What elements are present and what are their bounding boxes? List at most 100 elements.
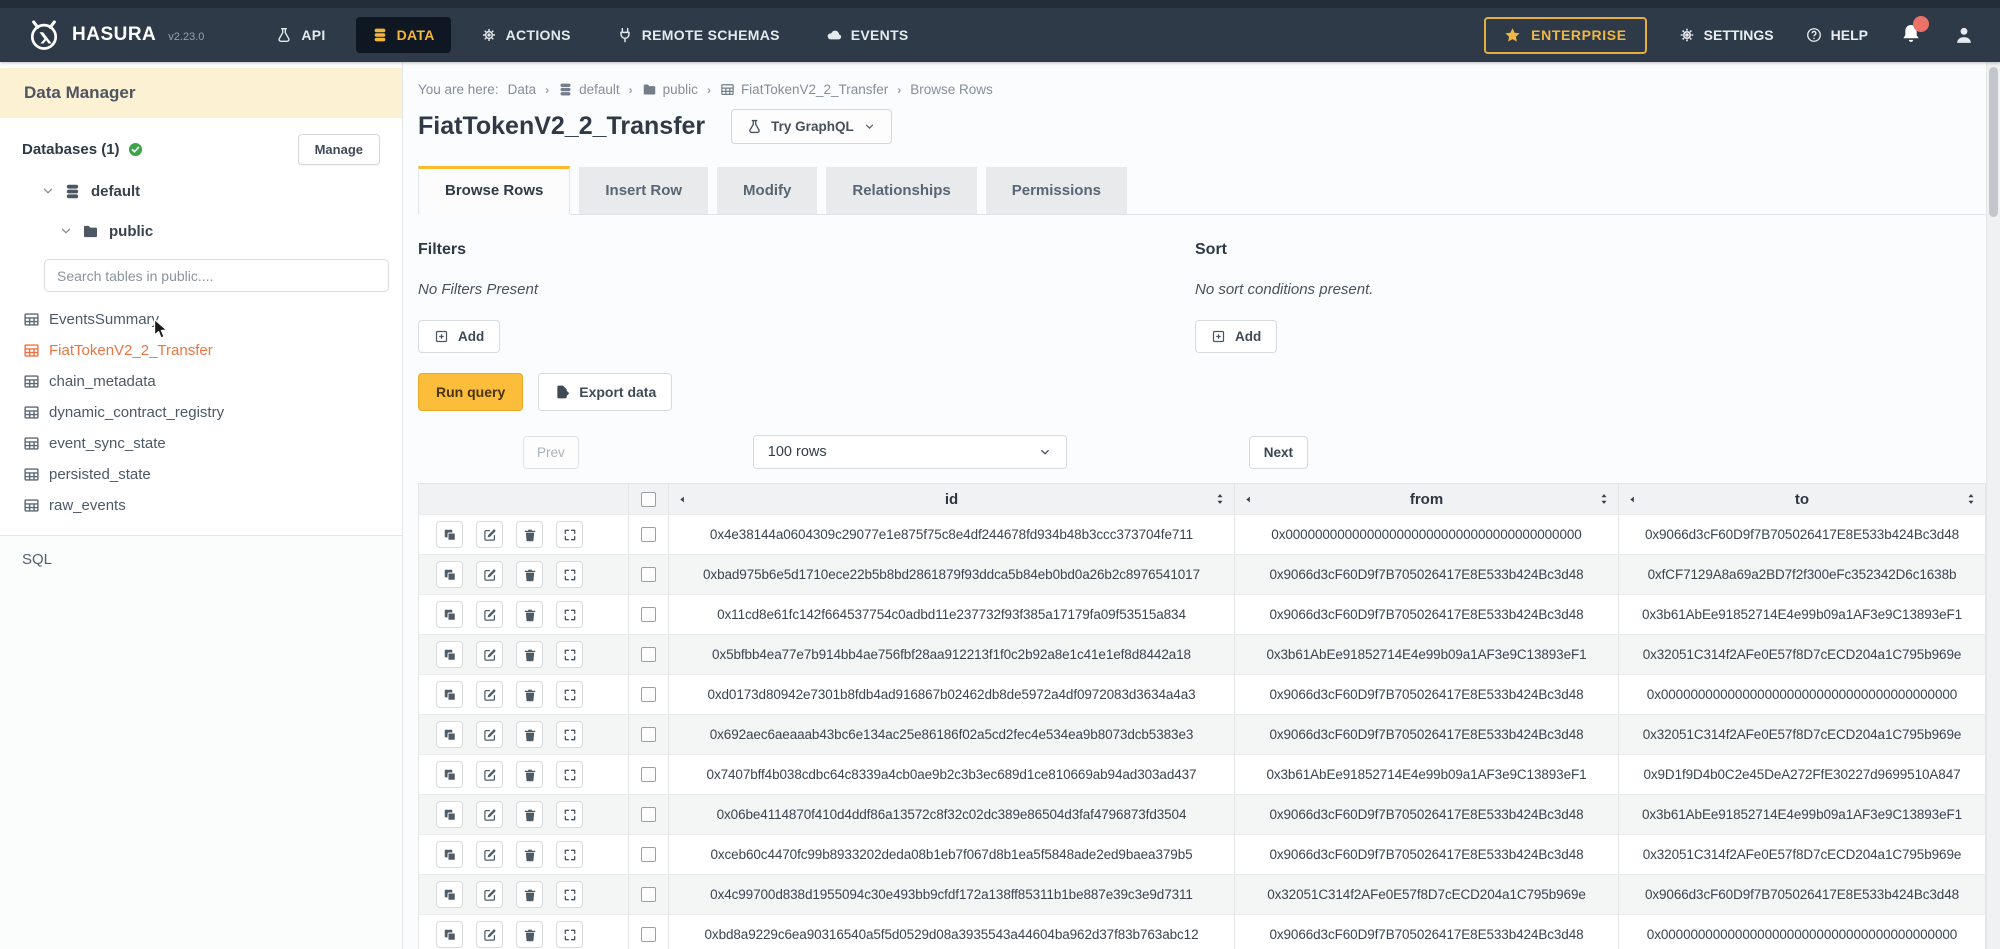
sort-column-icon[interactable] [1964, 492, 1978, 506]
search-tables-input[interactable] [44, 259, 389, 292]
next-page-button[interactable]: Next [1249, 436, 1308, 469]
delete-row-button[interactable] [516, 521, 543, 548]
delete-row-button[interactable] [516, 721, 543, 748]
tab-relationships[interactable]: Relationships [826, 167, 976, 214]
add-filter-button[interactable]: Add [418, 320, 500, 353]
row-checkbox[interactable] [641, 647, 656, 662]
expand-row-button[interactable] [556, 521, 583, 548]
row-checkbox[interactable] [641, 687, 656, 702]
sidebar-item-table-eventssummary[interactable]: EventsSummary [0, 304, 402, 335]
clone-row-button[interactable] [436, 881, 463, 908]
expand-row-button[interactable] [556, 561, 583, 588]
user-menu-button[interactable] [1954, 25, 1974, 45]
sort-column-icon[interactable] [1213, 492, 1227, 506]
run-query-button[interactable]: Run query [418, 373, 523, 411]
add-sort-button[interactable]: Add [1195, 320, 1277, 353]
sidebar-item-table-event-sync-state[interactable]: event_sync_state [0, 428, 402, 459]
prev-page-button[interactable]: Prev [523, 436, 579, 469]
sidebar-item-schema-public[interactable]: public [0, 211, 402, 251]
tab-browse-rows[interactable]: Browse Rows [418, 166, 570, 215]
tab-modify[interactable]: Modify [717, 167, 817, 214]
scrollbar-thumb[interactable] [1989, 67, 1998, 217]
nav-item-actions[interactable]: ACTIONS [465, 17, 587, 53]
clone-row-button[interactable] [436, 641, 463, 668]
expand-row-button[interactable] [556, 841, 583, 868]
breadcrumb-item-default[interactable]: default [558, 82, 620, 97]
expand-row-button[interactable] [556, 681, 583, 708]
rows-per-page-select[interactable]: 100 rows [753, 435, 1067, 469]
breadcrumb-item-browse-rows[interactable]: Browse Rows [910, 82, 993, 97]
sidebar-item-table-dynamic-contract-registry[interactable]: dynamic_contract_registry [0, 397, 402, 428]
delete-row-button[interactable] [516, 761, 543, 788]
edit-row-button[interactable] [476, 521, 503, 548]
delete-row-button[interactable] [516, 601, 543, 628]
expand-row-button[interactable] [556, 601, 583, 628]
edit-row-button[interactable] [476, 681, 503, 708]
clone-row-button[interactable] [436, 681, 463, 708]
manage-button[interactable]: Manage [298, 134, 380, 165]
sidebar-item-table-raw-events[interactable]: raw_events [0, 490, 402, 521]
collapse-column-icon[interactable] [677, 494, 688, 505]
row-checkbox[interactable] [641, 767, 656, 782]
edit-row-button[interactable] [476, 721, 503, 748]
clone-row-button[interactable] [436, 801, 463, 828]
nav-item-remote-schemas[interactable]: REMOTE SCHEMAS [601, 17, 796, 53]
clone-row-button[interactable] [436, 601, 463, 628]
row-checkbox[interactable] [641, 927, 656, 942]
nav-item-api[interactable]: API [260, 17, 341, 53]
row-checkbox[interactable] [641, 847, 656, 862]
collapse-column-icon[interactable] [1243, 494, 1254, 505]
delete-row-button[interactable] [516, 801, 543, 828]
clone-row-button[interactable] [436, 561, 463, 588]
clone-row-button[interactable] [436, 841, 463, 868]
clone-row-button[interactable] [436, 521, 463, 548]
sidebar-item-sql[interactable]: SQL [0, 536, 402, 583]
expand-row-button[interactable] [556, 641, 583, 668]
sidebar-item-table-chain-metadata[interactable]: chain_metadata [0, 366, 402, 397]
sort-column-icon[interactable] [1597, 492, 1611, 506]
breadcrumb-item-public[interactable]: public [642, 82, 698, 97]
edit-row-button[interactable] [476, 641, 503, 668]
edit-row-button[interactable] [476, 561, 503, 588]
expand-row-button[interactable] [556, 721, 583, 748]
vertical-scrollbar[interactable] [1986, 62, 2000, 949]
sidebar-item-database-default[interactable]: default [0, 171, 402, 211]
collapse-column-icon[interactable] [1627, 494, 1638, 505]
breadcrumb-item-data[interactable]: Data [508, 82, 537, 97]
row-checkbox[interactable] [641, 527, 656, 542]
try-graphql-button[interactable]: Try GraphQL [731, 109, 892, 144]
edit-row-button[interactable] [476, 601, 503, 628]
tab-permissions[interactable]: Permissions [986, 167, 1127, 214]
delete-row-button[interactable] [516, 681, 543, 708]
delete-row-button[interactable] [516, 641, 543, 668]
row-checkbox[interactable] [641, 607, 656, 622]
select-all-checkbox[interactable] [641, 492, 656, 507]
tab-insert-row[interactable]: Insert Row [579, 167, 708, 214]
sidebar-item-table-persisted-state[interactable]: persisted_state [0, 459, 402, 490]
clone-row-button[interactable] [436, 761, 463, 788]
delete-row-button[interactable] [516, 881, 543, 908]
edit-row-button[interactable] [476, 761, 503, 788]
clone-row-button[interactable] [436, 921, 463, 948]
edit-row-button[interactable] [476, 841, 503, 868]
row-checkbox[interactable] [641, 887, 656, 902]
help-button[interactable]: HELP [1806, 27, 1868, 43]
edit-row-button[interactable] [476, 921, 503, 948]
expand-row-button[interactable] [556, 881, 583, 908]
row-checkbox[interactable] [641, 727, 656, 742]
export-data-button[interactable]: Export data [538, 373, 672, 411]
row-checkbox[interactable] [641, 807, 656, 822]
edit-row-button[interactable] [476, 801, 503, 828]
enterprise-button[interactable]: ENTERPRISE [1484, 17, 1646, 54]
delete-row-button[interactable] [516, 841, 543, 868]
notifications-button[interactable] [1900, 23, 1922, 47]
expand-row-button[interactable] [556, 761, 583, 788]
expand-row-button[interactable] [556, 801, 583, 828]
breadcrumb-item-fiattokenv2-2-transfer[interactable]: FiatTokenV2_2_Transfer [720, 82, 888, 97]
expand-row-button[interactable] [556, 921, 583, 948]
delete-row-button[interactable] [516, 561, 543, 588]
nav-item-data[interactable]: DATA [356, 17, 451, 53]
delete-row-button[interactable] [516, 921, 543, 948]
row-checkbox[interactable] [641, 567, 656, 582]
hasura-brand[interactable]: HASURA v2.23.0 [26, 17, 204, 53]
